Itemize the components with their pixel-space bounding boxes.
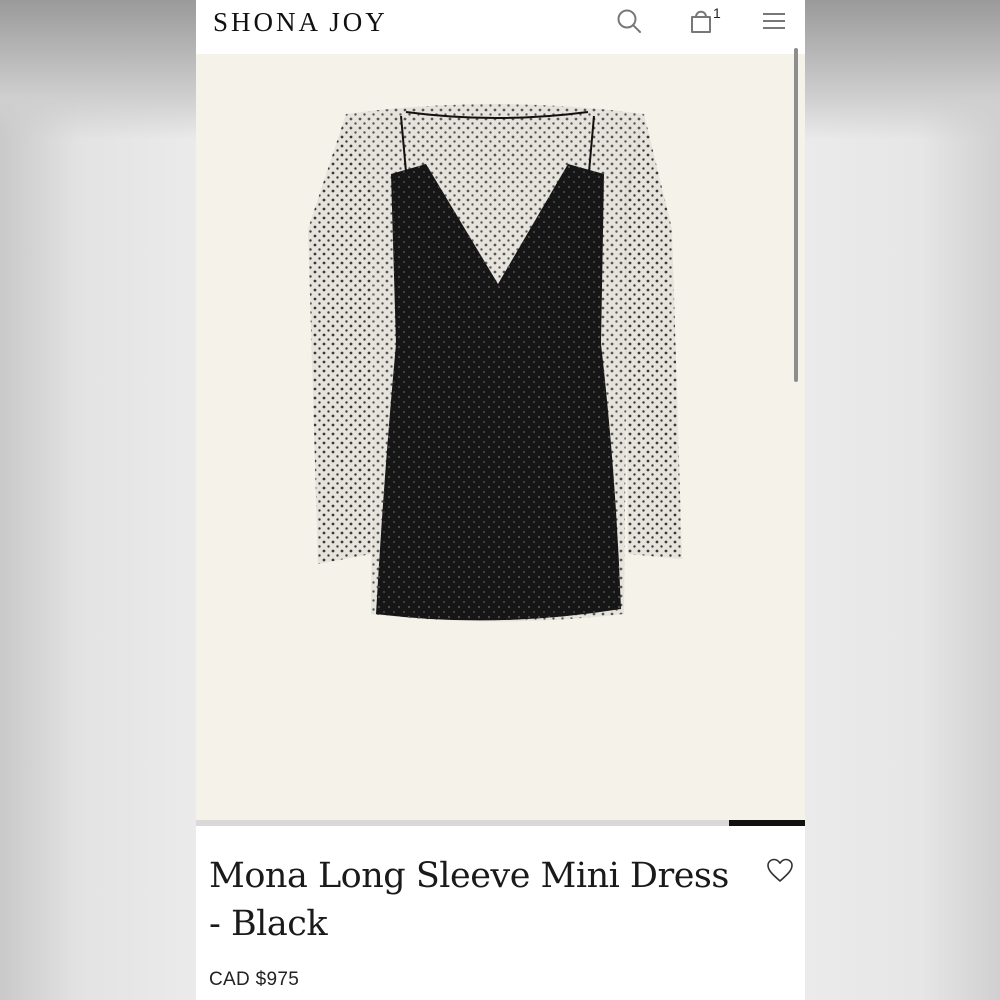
search-icon — [617, 9, 641, 33]
shopping-bag-icon — [691, 10, 711, 33]
page-scrollbar[interactable] — [794, 48, 798, 382]
heart-icon — [767, 858, 793, 882]
search-button[interactable] — [614, 6, 644, 36]
carousel-progress-track — [196, 820, 805, 826]
product-photo-dress — [308, 104, 682, 622]
menu-button[interactable] — [759, 6, 789, 36]
hamburger-menu-icon — [763, 13, 785, 29]
site-header: SHONA JOY 1 — [196, 0, 805, 54]
cart-button[interactable] — [686, 6, 716, 36]
product-image-carousel[interactable] — [196, 54, 805, 820]
wishlist-button[interactable] — [766, 857, 794, 885]
brand-logo[interactable]: SHONA JOY — [213, 6, 388, 38]
mobile-page: SHONA JOY 1 Mona Long Sleeve Mini Dress … — [196, 0, 805, 1000]
product-price: CAD $975 — [209, 969, 300, 990]
cart-count-badge: 1 — [713, 5, 721, 21]
product-title: Mona Long Sleeve Mini Dress - Black — [209, 856, 729, 944]
carousel-progress-indicator — [729, 820, 805, 826]
